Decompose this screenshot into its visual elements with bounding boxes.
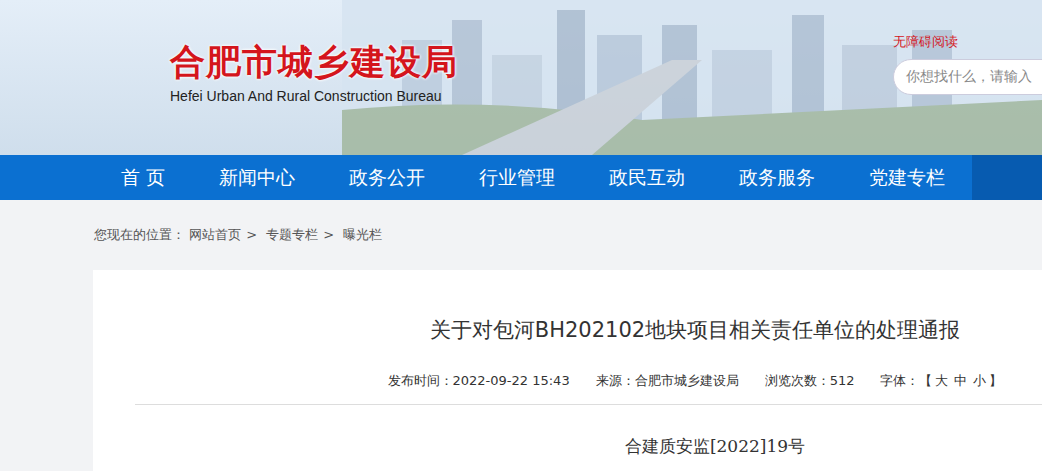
breadcrumb-prefix: 您现在的位置：	[94, 227, 185, 242]
site-logo[interactable]: 合肥市城乡建设局 Hefei Urban And Rural Construct…	[0, 0, 458, 155]
nav-item[interactable]: 政民互动	[582, 155, 712, 200]
breadcrumb: 您现在的位置： 网站首页 > 专题专栏 > 曝光栏	[93, 200, 1042, 244]
divider	[135, 404, 1042, 405]
site-header: 合肥市城乡建设局 Hefei Urban And Rural Construct…	[0, 0, 1042, 155]
article-source: 来源：合肥市城乡建设局	[596, 372, 739, 390]
nav-item[interactable]: 政务服务	[712, 155, 842, 200]
font-size-option[interactable]: 小	[973, 373, 986, 388]
breadcrumb-item[interactable]: 网站首页	[189, 227, 241, 242]
nav-item[interactable]: 党建专栏	[842, 155, 972, 200]
page: 合肥市城乡建设局 Hefei Urban And Rural Construct…	[0, 0, 1042, 471]
publish-time: 发布时间：2022-09-22 15:43	[388, 372, 570, 390]
breadcrumb-separator: >	[323, 227, 334, 242]
breadcrumb-item[interactable]: 专题专栏	[266, 227, 318, 242]
document-number: 合建质安监[2022]19号	[93, 435, 1042, 458]
nav-item[interactable]: 首 页	[94, 155, 192, 200]
nav-item[interactable]: 行业管理	[452, 155, 582, 200]
font-size-option[interactable]: 大	[935, 373, 948, 388]
view-count: 浏览次数：512	[765, 372, 855, 390]
font-size-option[interactable]: 中	[954, 373, 967, 388]
font-size-switch: 字体：【大中小】	[880, 372, 1002, 390]
header-tools: 无障碍阅读 你想找什么，请输入	[893, 0, 1042, 155]
main-nav: 首 页新闻中心政务公开行业管理政民互动政务服务党建专栏	[0, 155, 1042, 200]
breadcrumb-separator: >	[246, 227, 257, 242]
nav-item[interactable]: 政务公开	[322, 155, 452, 200]
nav-overflow	[972, 155, 1042, 200]
article-panel: 关于对包河BH202102地块项目相关责任单位的处理通报 发布时间：2022-0…	[93, 270, 1042, 471]
accessibility-link[interactable]: 无障碍阅读	[893, 33, 1042, 51]
search-placeholder: 你想找什么，请输入	[906, 68, 1032, 86]
content-area: 您现在的位置： 网站首页 > 专题专栏 > 曝光栏 关于对包河BH202102地块项…	[0, 200, 1042, 471]
breadcrumb-item[interactable]: 曝光栏	[343, 227, 382, 242]
article-meta: 发布时间：2022-09-22 15:43 来源：合肥市城乡建设局 浏览次数：5…	[93, 372, 1042, 390]
logo-subtitle: Hefei Urban And Rural Construction Burea…	[170, 88, 458, 104]
search-field[interactable]: 你想找什么，请输入	[893, 59, 1042, 95]
logo-title: 合肥市城乡建设局	[170, 40, 458, 84]
nav-item[interactable]: 新闻中心	[192, 155, 322, 200]
article-title: 关于对包河BH202102地块项目相关责任单位的处理通报	[93, 316, 1042, 344]
